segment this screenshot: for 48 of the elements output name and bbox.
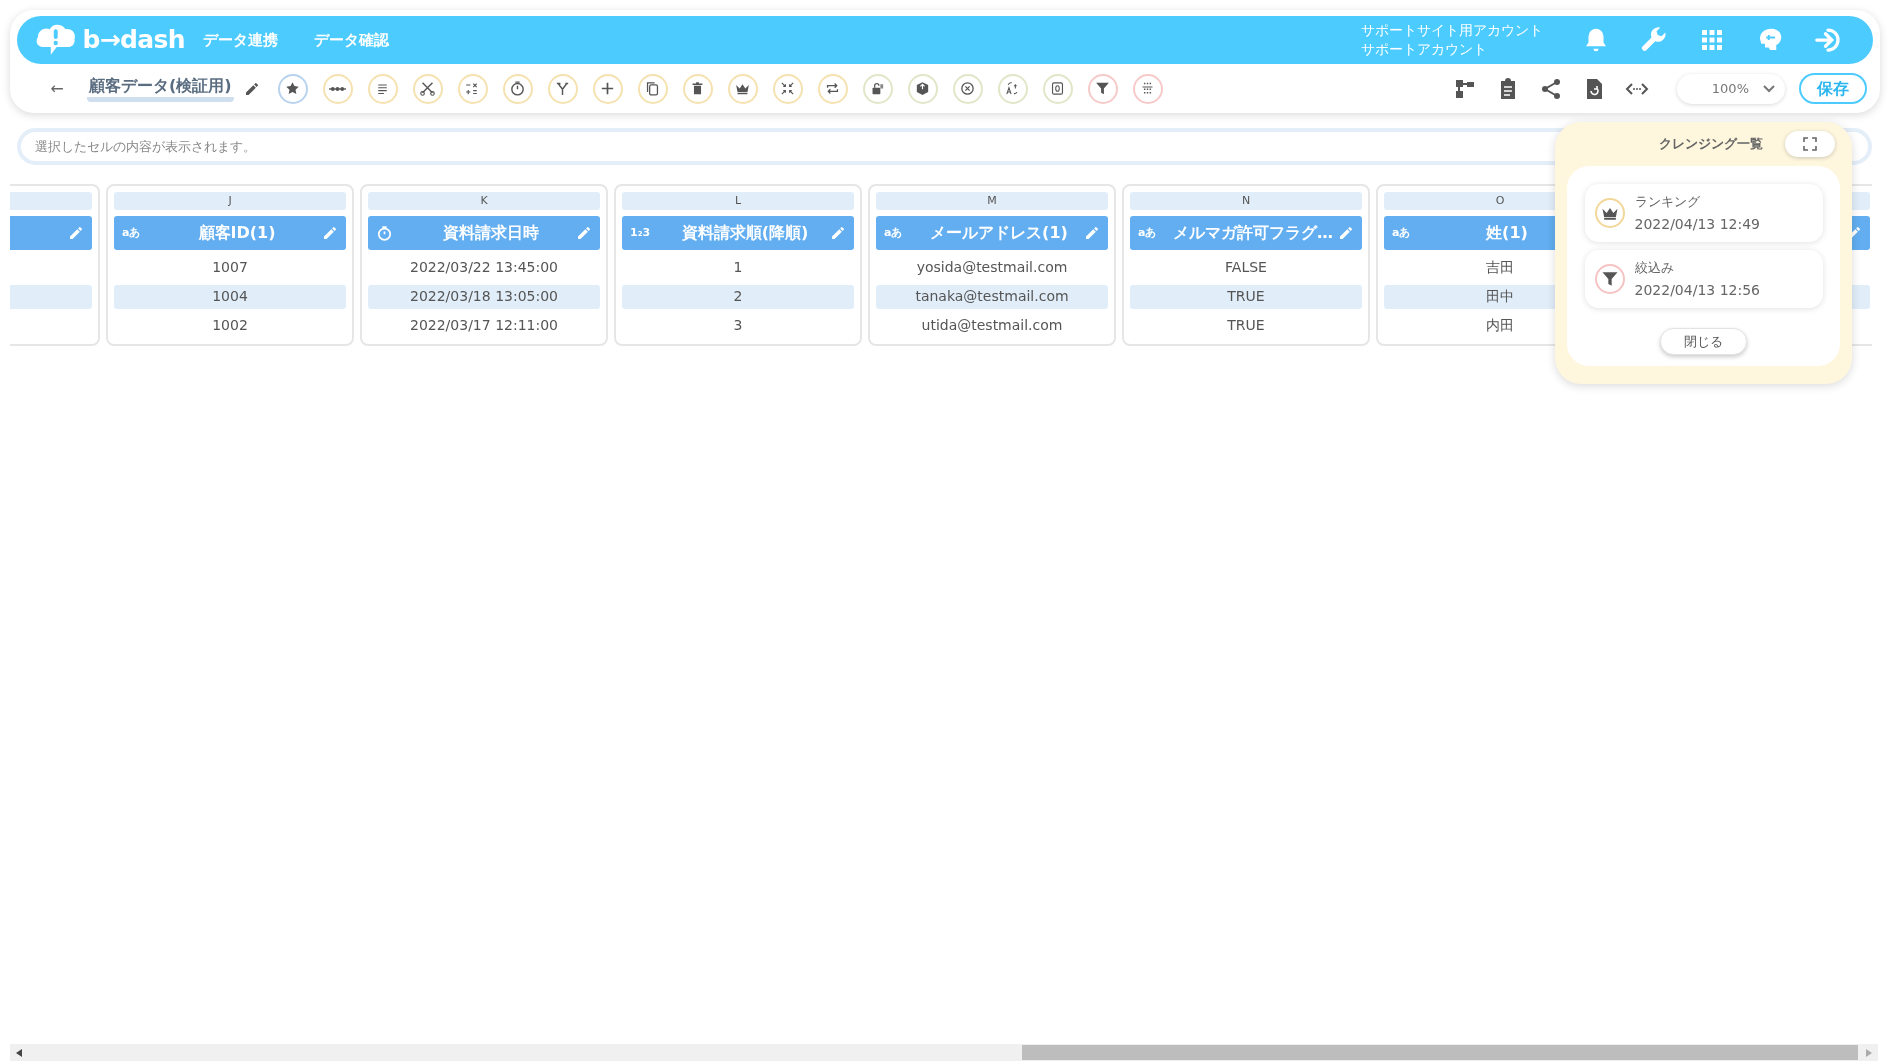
- item-name: ランキング: [1634, 193, 1701, 211]
- table-cell: TRUE: [1130, 284, 1362, 309]
- table-cell-text: utida@testmail.com: [920, 316, 1064, 335]
- panel-title: クレンジング一覧: [1659, 135, 1763, 154]
- column-title: 姓(1): [1484, 222, 1529, 244]
- table-cell-text: FALSE: [1224, 258, 1268, 277]
- table-cell-text: 1007: [211, 258, 249, 277]
- type-icon: 1₂3: [630, 224, 651, 242]
- zoom-dropdown[interactable]: 100%: [1677, 73, 1785, 104]
- table-cell-text: 2022/03/22 13:45:00: [409, 258, 559, 277]
- type-icon: aあ: [1392, 224, 1411, 242]
- table-cell-text: 内田: [1485, 316, 1515, 335]
- table-cell-text: 吉田: [1485, 258, 1515, 277]
- table-cell-text: 3: [732, 316, 744, 335]
- column-letter[interactable]: L: [622, 192, 854, 210]
- logo-text: b→dash: [82, 24, 185, 57]
- column-title: 顧客ID(1): [197, 222, 277, 244]
- table-cell-text: 2022/03/17 12:11:00: [409, 316, 559, 335]
- zoom-value: 100%: [1711, 79, 1749, 98]
- item-time: 2022/04/13 12:56: [1634, 281, 1760, 300]
- column-title: メルマガ許可フラグ…: [1172, 222, 1334, 244]
- account-name: サポートサイト用アカウント: [1361, 21, 1544, 40]
- column-title: 資料請求日時: [442, 222, 540, 244]
- table-cell: tanaka@testmail.com: [876, 284, 1108, 309]
- cleansing-item[interactable]: ランキング 2022/04/13 12:49: [1584, 184, 1823, 242]
- item-name: 絞込み: [1634, 259, 1675, 277]
- back-button[interactable]: ←: [47, 76, 67, 101]
- table-cell-text: yosida@testmail.com: [915, 258, 1069, 277]
- table-cell: 1004: [114, 284, 346, 309]
- table-cell-text: TRUE: [1226, 316, 1266, 335]
- dataset-title[interactable]: 顧客データ(検証用): [87, 75, 234, 102]
- type-icon: aあ: [884, 224, 903, 242]
- type-icon: aあ: [1138, 224, 1157, 242]
- table-cell-text: 1: [732, 258, 744, 277]
- column-title: メールアドレス(1): [929, 222, 1069, 244]
- close-button[interactable]: 閉じる: [1660, 328, 1747, 355]
- table-cell: 2: [622, 284, 854, 309]
- column-letter[interactable]: K: [368, 192, 600, 210]
- column-title: 資料請求順(降順): [680, 222, 810, 244]
- table-cell-text: 1002: [211, 316, 249, 335]
- column-letter[interactable]: N: [1130, 192, 1362, 210]
- column-letter[interactable]: M: [876, 192, 1108, 210]
- item-time: 2022/04/13 12:49: [1634, 215, 1760, 234]
- table-cell: 2022/03/18 13:05:00: [368, 284, 600, 309]
- account-name: サポートアカウント: [1361, 40, 1488, 59]
- type-icon: aあ: [122, 224, 141, 242]
- column-letter[interactable]: J: [114, 192, 346, 210]
- cleansing-item[interactable]: 絞込み 2022/04/13 12:56: [1584, 250, 1823, 308]
